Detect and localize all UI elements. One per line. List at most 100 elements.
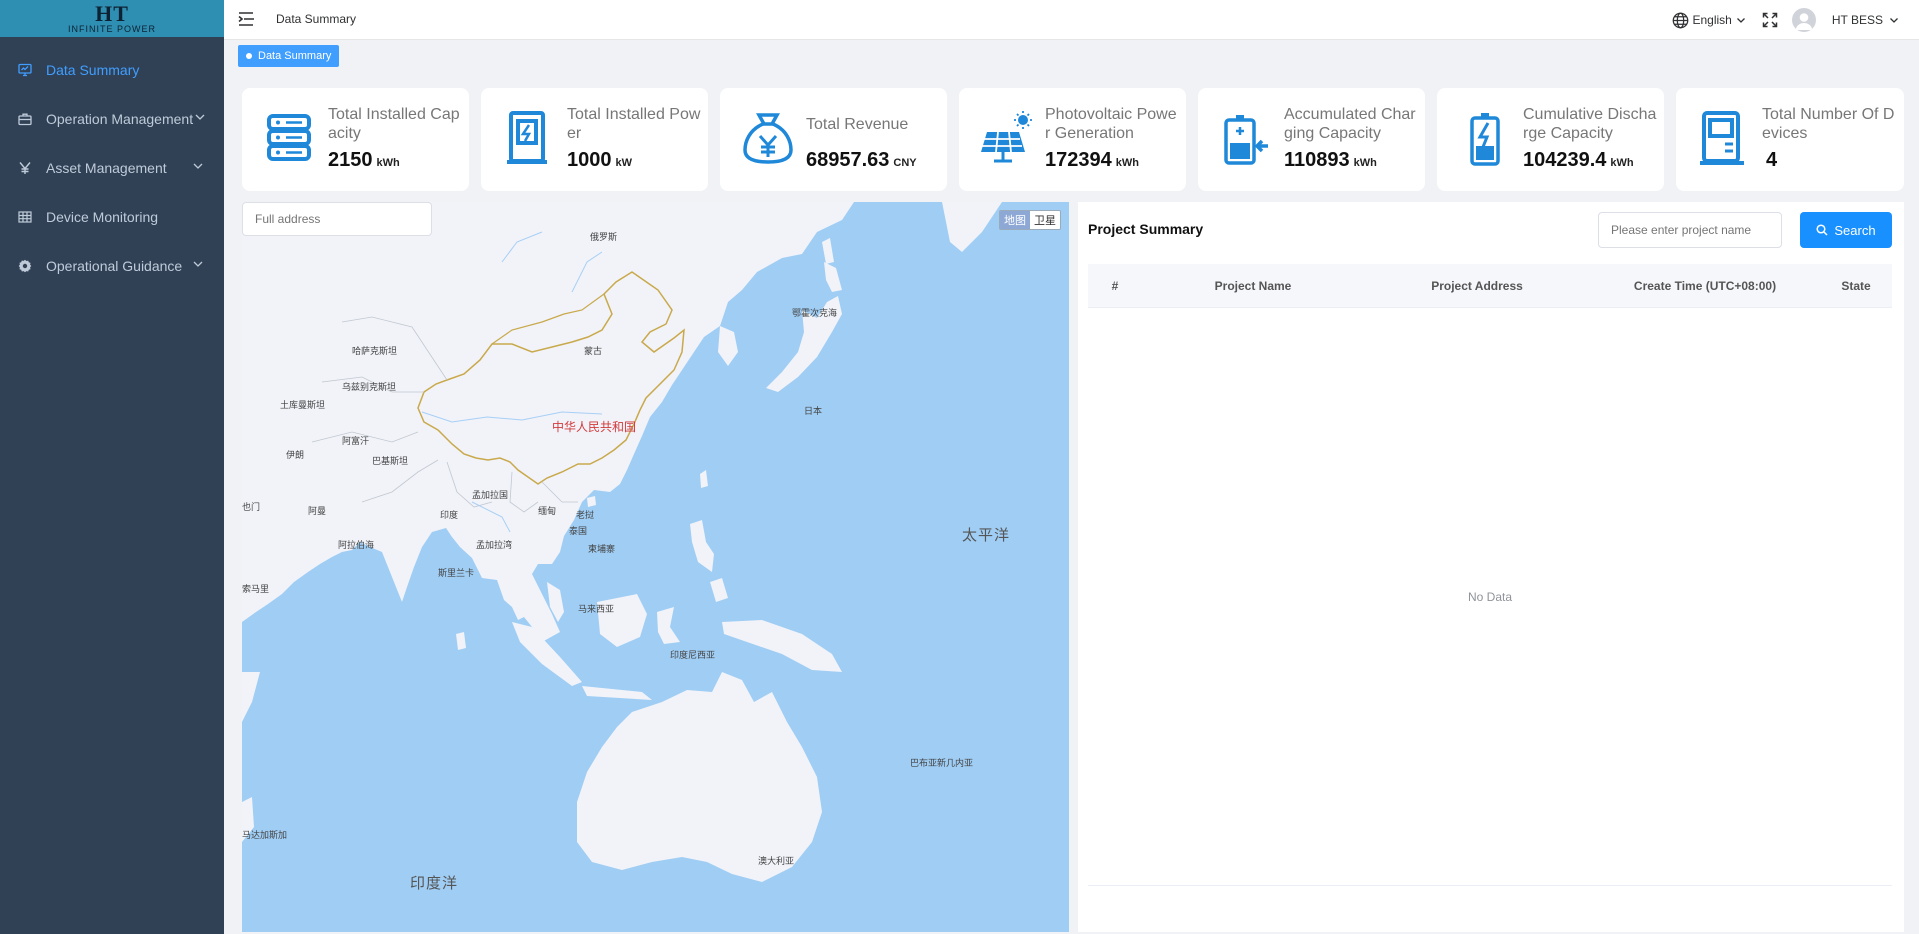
- column-header-create-time[interactable]: Create Time (UTC+08:00): [1590, 279, 1820, 293]
- map-label: 斯里兰卡: [438, 568, 475, 578]
- map-label: 阿富汗: [342, 436, 370, 446]
- map-type-satellite[interactable]: 卫星: [1030, 211, 1060, 229]
- map-label: 土库曼斯坦: [280, 400, 326, 410]
- stat-label: Cumulative Discharge Capacity: [1523, 106, 1657, 142]
- map-label: 太平洋: [962, 527, 1011, 544]
- map-label: 泰国: [569, 526, 588, 536]
- map-label: 马来西亚: [578, 604, 615, 614]
- charging-cabinet-icon: [507, 111, 547, 164]
- map-label: 印度: [440, 510, 459, 520]
- sidebar-item-label: Device Monitoring: [46, 208, 159, 225]
- stat-card-device-count: Total Number Of Devices 4: [1676, 88, 1904, 191]
- stat-value: 110893 kWh: [1284, 149, 1377, 171]
- stat-label: Total Installed Power: [567, 106, 701, 142]
- map-label: 巴布亚新几内亚: [910, 758, 974, 768]
- map-label: 马达加斯加: [242, 830, 288, 840]
- database-icon: [267, 114, 311, 161]
- map-label: 伊朗: [286, 450, 305, 460]
- sidebar-item-operational-guidance[interactable]: Operational Guidance: [0, 241, 224, 290]
- search-icon: [1816, 224, 1828, 236]
- grid-icon: [18, 210, 32, 224]
- stat-value: 2150 kWh: [328, 149, 400, 171]
- fullscreen-icon[interactable]: [1762, 12, 1778, 28]
- navbar-right: English HT BESS: [1672, 0, 1900, 40]
- map-label: 哈萨克斯坦: [352, 346, 398, 356]
- search-button-label: Search: [1834, 222, 1876, 238]
- language-selector[interactable]: English: [1672, 12, 1746, 29]
- battery-charge-icon: [1224, 115, 1268, 165]
- chevron-down-icon: [1736, 18, 1745, 23]
- address-input[interactable]: [242, 202, 432, 236]
- sidebar-item-data-summary[interactable]: Data Summary: [0, 45, 224, 94]
- stat-label: Accumulated Charging Capacity: [1284, 106, 1416, 142]
- sidebar-item-label: Operational Guidance: [46, 257, 183, 274]
- device-cabinet-icon: [1700, 111, 1744, 165]
- chevron-down-icon: [1890, 18, 1898, 23]
- column-header-project-name[interactable]: Project Name: [1142, 279, 1364, 293]
- map-label: 孟加拉湾: [476, 540, 513, 550]
- top-navbar: Data Summary English HT BESS: [224, 0, 1919, 40]
- sidebar-item-label: Asset Management: [46, 159, 167, 176]
- column-header-index[interactable]: #: [1088, 279, 1142, 293]
- map-label: 孟加拉国: [472, 490, 509, 500]
- column-header-state[interactable]: State: [1820, 279, 1892, 293]
- battery-bolt-icon: [1470, 113, 1500, 166]
- table-body: No Data: [1088, 308, 1892, 886]
- project-name-search-input[interactable]: [1598, 212, 1782, 248]
- sidebar-item-operation-management[interactable]: Operation Management: [0, 94, 224, 143]
- user-menu[interactable]: HT BESS: [1791, 8, 1899, 32]
- map-type-switch[interactable]: 地图 卫星: [999, 210, 1061, 230]
- map-label: 澳大利亚: [758, 856, 795, 866]
- map-label: 日本: [804, 406, 823, 416]
- map-label: 印度洋: [410, 875, 459, 892]
- menu-toggle-icon[interactable]: [238, 11, 256, 27]
- map-canvas[interactable]: [242, 202, 1069, 932]
- language-label: English: [1692, 13, 1732, 27]
- money-bag-icon: [743, 113, 793, 164]
- map-label: 索马里: [242, 584, 270, 594]
- stat-value: 172394 kWh: [1045, 149, 1139, 171]
- stat-value: 68957.63 CNY: [806, 149, 917, 171]
- column-header-project-address[interactable]: Project Address: [1364, 279, 1590, 293]
- project-table: # Project Name Project Address Create Ti…: [1088, 264, 1892, 886]
- map-label: 印度尼西亚: [670, 650, 716, 660]
- stat-card-installed-capacity: Total Installed Capacity 2150 kWh: [242, 88, 469, 191]
- map-label: 乌兹别克斯坦: [342, 382, 397, 392]
- sidebar-item-asset-management[interactable]: Asset Management: [0, 143, 224, 192]
- map-type-map[interactable]: 地图: [1000, 211, 1030, 229]
- map-label: 中华人民共和国: [552, 420, 637, 434]
- map-label: 蒙古: [584, 346, 603, 356]
- stat-value: 1000 kW: [567, 149, 632, 171]
- map-label: 鄂霍次克海: [792, 308, 838, 318]
- map-label: 柬埔寨: [588, 544, 616, 554]
- monitor-icon: [18, 63, 32, 77]
- tab-data-summary[interactable]: Data Summary: [238, 45, 340, 67]
- solar-panel-icon: [981, 111, 1032, 163]
- globe-icon: [1672, 12, 1688, 28]
- map-label: 缅甸: [538, 506, 557, 516]
- sidebar-item-device-monitoring[interactable]: Device Monitoring: [0, 192, 224, 241]
- briefcase-icon: [18, 112, 32, 126]
- map-label: 阿拉伯海: [338, 540, 375, 550]
- stat-card-discharge-capacity: Cumulative Discharge Capacity 104239.4 kW…: [1437, 88, 1664, 191]
- logo[interactable]: HT INFINITE POWER: [0, 0, 224, 37]
- stat-card-charging-capacity: Accumulated Charging Capacity 110893 kWh: [1198, 88, 1425, 191]
- chevron-down-icon: [193, 261, 203, 267]
- logo-subtitle: INFINITE POWER: [68, 23, 156, 34]
- project-map[interactable]: 地图 卫星 俄罗斯 鄂霍次克海 哈萨克斯坦 蒙古 乌兹别克斯坦 土库曼斯坦 中华…: [242, 202, 1069, 932]
- breadcrumb[interactable]: Data Summary: [276, 12, 356, 26]
- gear-icon: [18, 259, 32, 273]
- search-button[interactable]: Search: [1800, 212, 1892, 248]
- sidebar-item-label: Operation Management: [46, 110, 194, 127]
- project-summary-panel: Project Summary Search # Project Name Pr…: [1078, 202, 1904, 932]
- avatar: [1791, 8, 1816, 32]
- sidebar: HT INFINITE POWER Data Summary Operation…: [0, 0, 224, 934]
- stat-label: Photovoltaic Power Generation: [1045, 106, 1177, 142]
- stat-value: 4: [1766, 149, 1778, 171]
- table-header: # Project Name Project Address Create Ti…: [1088, 264, 1892, 308]
- map-label: 阿曼: [308, 506, 327, 516]
- chevron-down-icon: [193, 163, 203, 169]
- map-label: 老挝: [576, 510, 595, 520]
- map-label: 也门: [242, 502, 261, 512]
- stat-label: Total Installed Capacity: [328, 106, 460, 142]
